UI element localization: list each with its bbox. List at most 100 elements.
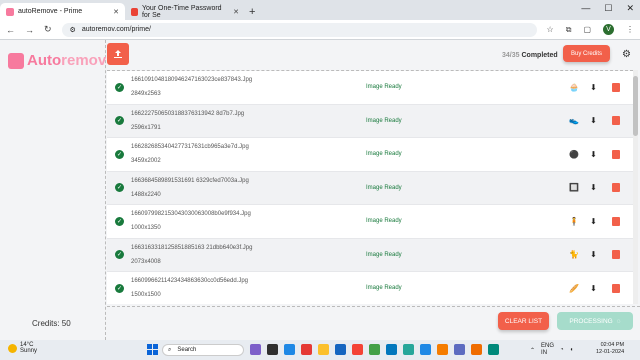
scrollbar-thumb[interactable] (633, 76, 638, 136)
close-tab-icon[interactable]: ✕ (233, 8, 239, 16)
profile-avatar[interactable]: V (603, 24, 614, 35)
status-text: Image Ready (366, 184, 402, 191)
upload-icon (114, 50, 122, 58)
app-icon[interactable] (454, 344, 465, 355)
file-explorer-icon[interactable] (318, 344, 329, 355)
taskbar-apps (250, 344, 499, 355)
app-icon[interactable] (301, 344, 312, 355)
credits-label: Credits: 50 (32, 319, 71, 328)
weather-desc: Sunny (20, 348, 38, 354)
completed-count: 34/35 (502, 52, 520, 59)
system-tray: ⌃ ENG IN ◔ ◖ (530, 343, 573, 357)
download-icon[interactable]: ⬇ (589, 116, 598, 125)
upload-button[interactable] (107, 43, 129, 65)
delete-icon[interactable] (612, 116, 620, 126)
spinner-icon: ◌ (616, 317, 621, 325)
app-icon[interactable] (420, 344, 431, 355)
check-icon: ✓ (115, 116, 124, 126)
download-icon[interactable]: ⬇ (589, 83, 598, 92)
search-icon: ⌕ (168, 346, 172, 353)
clear-list-button[interactable]: CLEAR LIST (498, 312, 549, 330)
file-name: 1660979982153043030063008b0e9f934.Jpg (131, 211, 251, 217)
app-icon[interactable] (471, 344, 482, 355)
close-window-icon[interactable]: ✕ (626, 3, 634, 14)
list-item: ✓ 1663684589891531691 6329cfed7003a.Jpg … (107, 171, 633, 205)
thumbnail-icon[interactable]: 🥖 (569, 284, 579, 293)
file-dims: 1488x2240 (131, 191, 161, 198)
minimize-icon[interactable]: — (581, 3, 590, 14)
download-icon[interactable]: ⬇ (589, 150, 598, 159)
thumbnail-icon[interactable]: 🔲 (569, 183, 579, 192)
thumbnail-icon[interactable]: 👟 (569, 116, 579, 125)
task-view-icon[interactable] (267, 344, 278, 355)
tray-chevron-icon[interactable]: ⌃ (530, 347, 535, 354)
delete-icon[interactable] (612, 82, 620, 92)
download-icon[interactable]: ⬇ (589, 183, 598, 192)
app-icon[interactable] (488, 344, 499, 355)
forward-icon[interactable]: → (25, 25, 34, 35)
processing-button[interactable]: PROCESSING ◌ (557, 312, 633, 330)
thumbnail-icon[interactable]: 🧍 (569, 217, 579, 226)
speaker-icon[interactable]: ◖ (570, 347, 574, 353)
sidebar: Auto remov Credits: 50 (0, 40, 106, 340)
download-icon[interactable]: ⬇ (589, 217, 598, 226)
close-tab-icon[interactable]: ✕ (113, 8, 119, 16)
window-controls: — ☐ ✕ (581, 3, 634, 14)
buy-credits-button[interactable]: Buy Credits (563, 45, 610, 62)
site-info-icon[interactable]: ⚙ (70, 26, 76, 34)
logo-text-1: Auto (27, 52, 62, 69)
file-name: 16609966211423434863630cc0d56edd.Jpg (131, 278, 249, 284)
delete-icon[interactable] (612, 183, 620, 193)
wifi-icon[interactable]: ◔ (560, 347, 564, 353)
tab-title: Your One-Time Password for Se (141, 4, 222, 19)
back-icon[interactable]: ← (6, 25, 15, 35)
list-item: ✓ 16609966211423434863630cc0d56edd.Jpg 1… (107, 272, 633, 304)
check-icon: ✓ (115, 250, 124, 260)
thumbnail-icon[interactable]: 🐈 (569, 250, 579, 259)
settings-gear-icon[interactable]: ⚙ (622, 49, 631, 60)
taskbar: 14°C Sunny ⌕ Search ⌃ ENG IN ◔ ◖ 02:04 P… (0, 340, 640, 360)
file-list: ✓ 1661091048180946247163023ce837843.Jpg … (107, 70, 633, 304)
windows-start-icon[interactable] (147, 344, 158, 355)
extensions-icon[interactable]: ⧉ (566, 25, 572, 35)
tab-gmail[interactable]: Your One-Time Password for Se ✕ (125, 3, 245, 20)
file-dims: 2073x4008 (131, 258, 161, 265)
url-field[interactable]: ⚙ autoremov.com/prime/ (61, 22, 537, 37)
delete-icon[interactable] (612, 283, 620, 293)
app-icon[interactable] (284, 344, 295, 355)
thumbnail-icon[interactable]: ⚫ (569, 150, 579, 159)
check-icon: ✓ (115, 183, 124, 193)
status-text: Image Ready (366, 251, 402, 258)
app-icon[interactable] (250, 344, 261, 355)
bookmark-star-icon[interactable]: ☆ (547, 25, 554, 34)
download-icon[interactable]: ⬇ (589, 284, 598, 293)
app-logo[interactable]: Auto remov (8, 52, 106, 69)
new-tab-icon[interactable]: + (249, 3, 255, 20)
app-icon[interactable] (386, 344, 397, 355)
weather-widget[interactable]: 14°C Sunny (8, 342, 37, 354)
app-icon[interactable] (335, 344, 346, 355)
list-scrollbar[interactable] (633, 70, 638, 304)
menu-icon[interactable]: ⋮ (626, 25, 634, 34)
sidebar-icon[interactable]: ▢ (583, 25, 591, 34)
clock[interactable]: 02:04 PM 12-01-2024 (596, 342, 624, 356)
delete-icon[interactable] (612, 216, 620, 226)
download-icon[interactable]: ⬇ (589, 250, 598, 259)
delete-icon[interactable] (612, 149, 620, 159)
app-icon[interactable] (403, 344, 414, 355)
url-text: autoremov.com/prime/ (81, 26, 151, 33)
delete-icon[interactable] (612, 250, 620, 260)
app-icon[interactable] (437, 344, 448, 355)
lang-label-1: ENG (541, 343, 555, 349)
app-icon[interactable] (352, 344, 363, 355)
search-placeholder: Search (177, 347, 197, 353)
status-text: Image Ready (366, 84, 402, 91)
chrome-icon[interactable] (369, 344, 380, 355)
reload-icon[interactable]: ↻ (44, 24, 52, 35)
tab-title: autoRemove - Prime (18, 8, 83, 15)
maximize-icon[interactable]: ☐ (604, 3, 612, 14)
taskbar-search[interactable]: ⌕ Search (162, 344, 244, 356)
thumbnail-icon[interactable]: 🧁 (569, 83, 579, 92)
autoremove-favicon-icon (6, 7, 14, 16)
tab-autoremove[interactable]: autoRemove - Prime ✕ (0, 3, 125, 20)
